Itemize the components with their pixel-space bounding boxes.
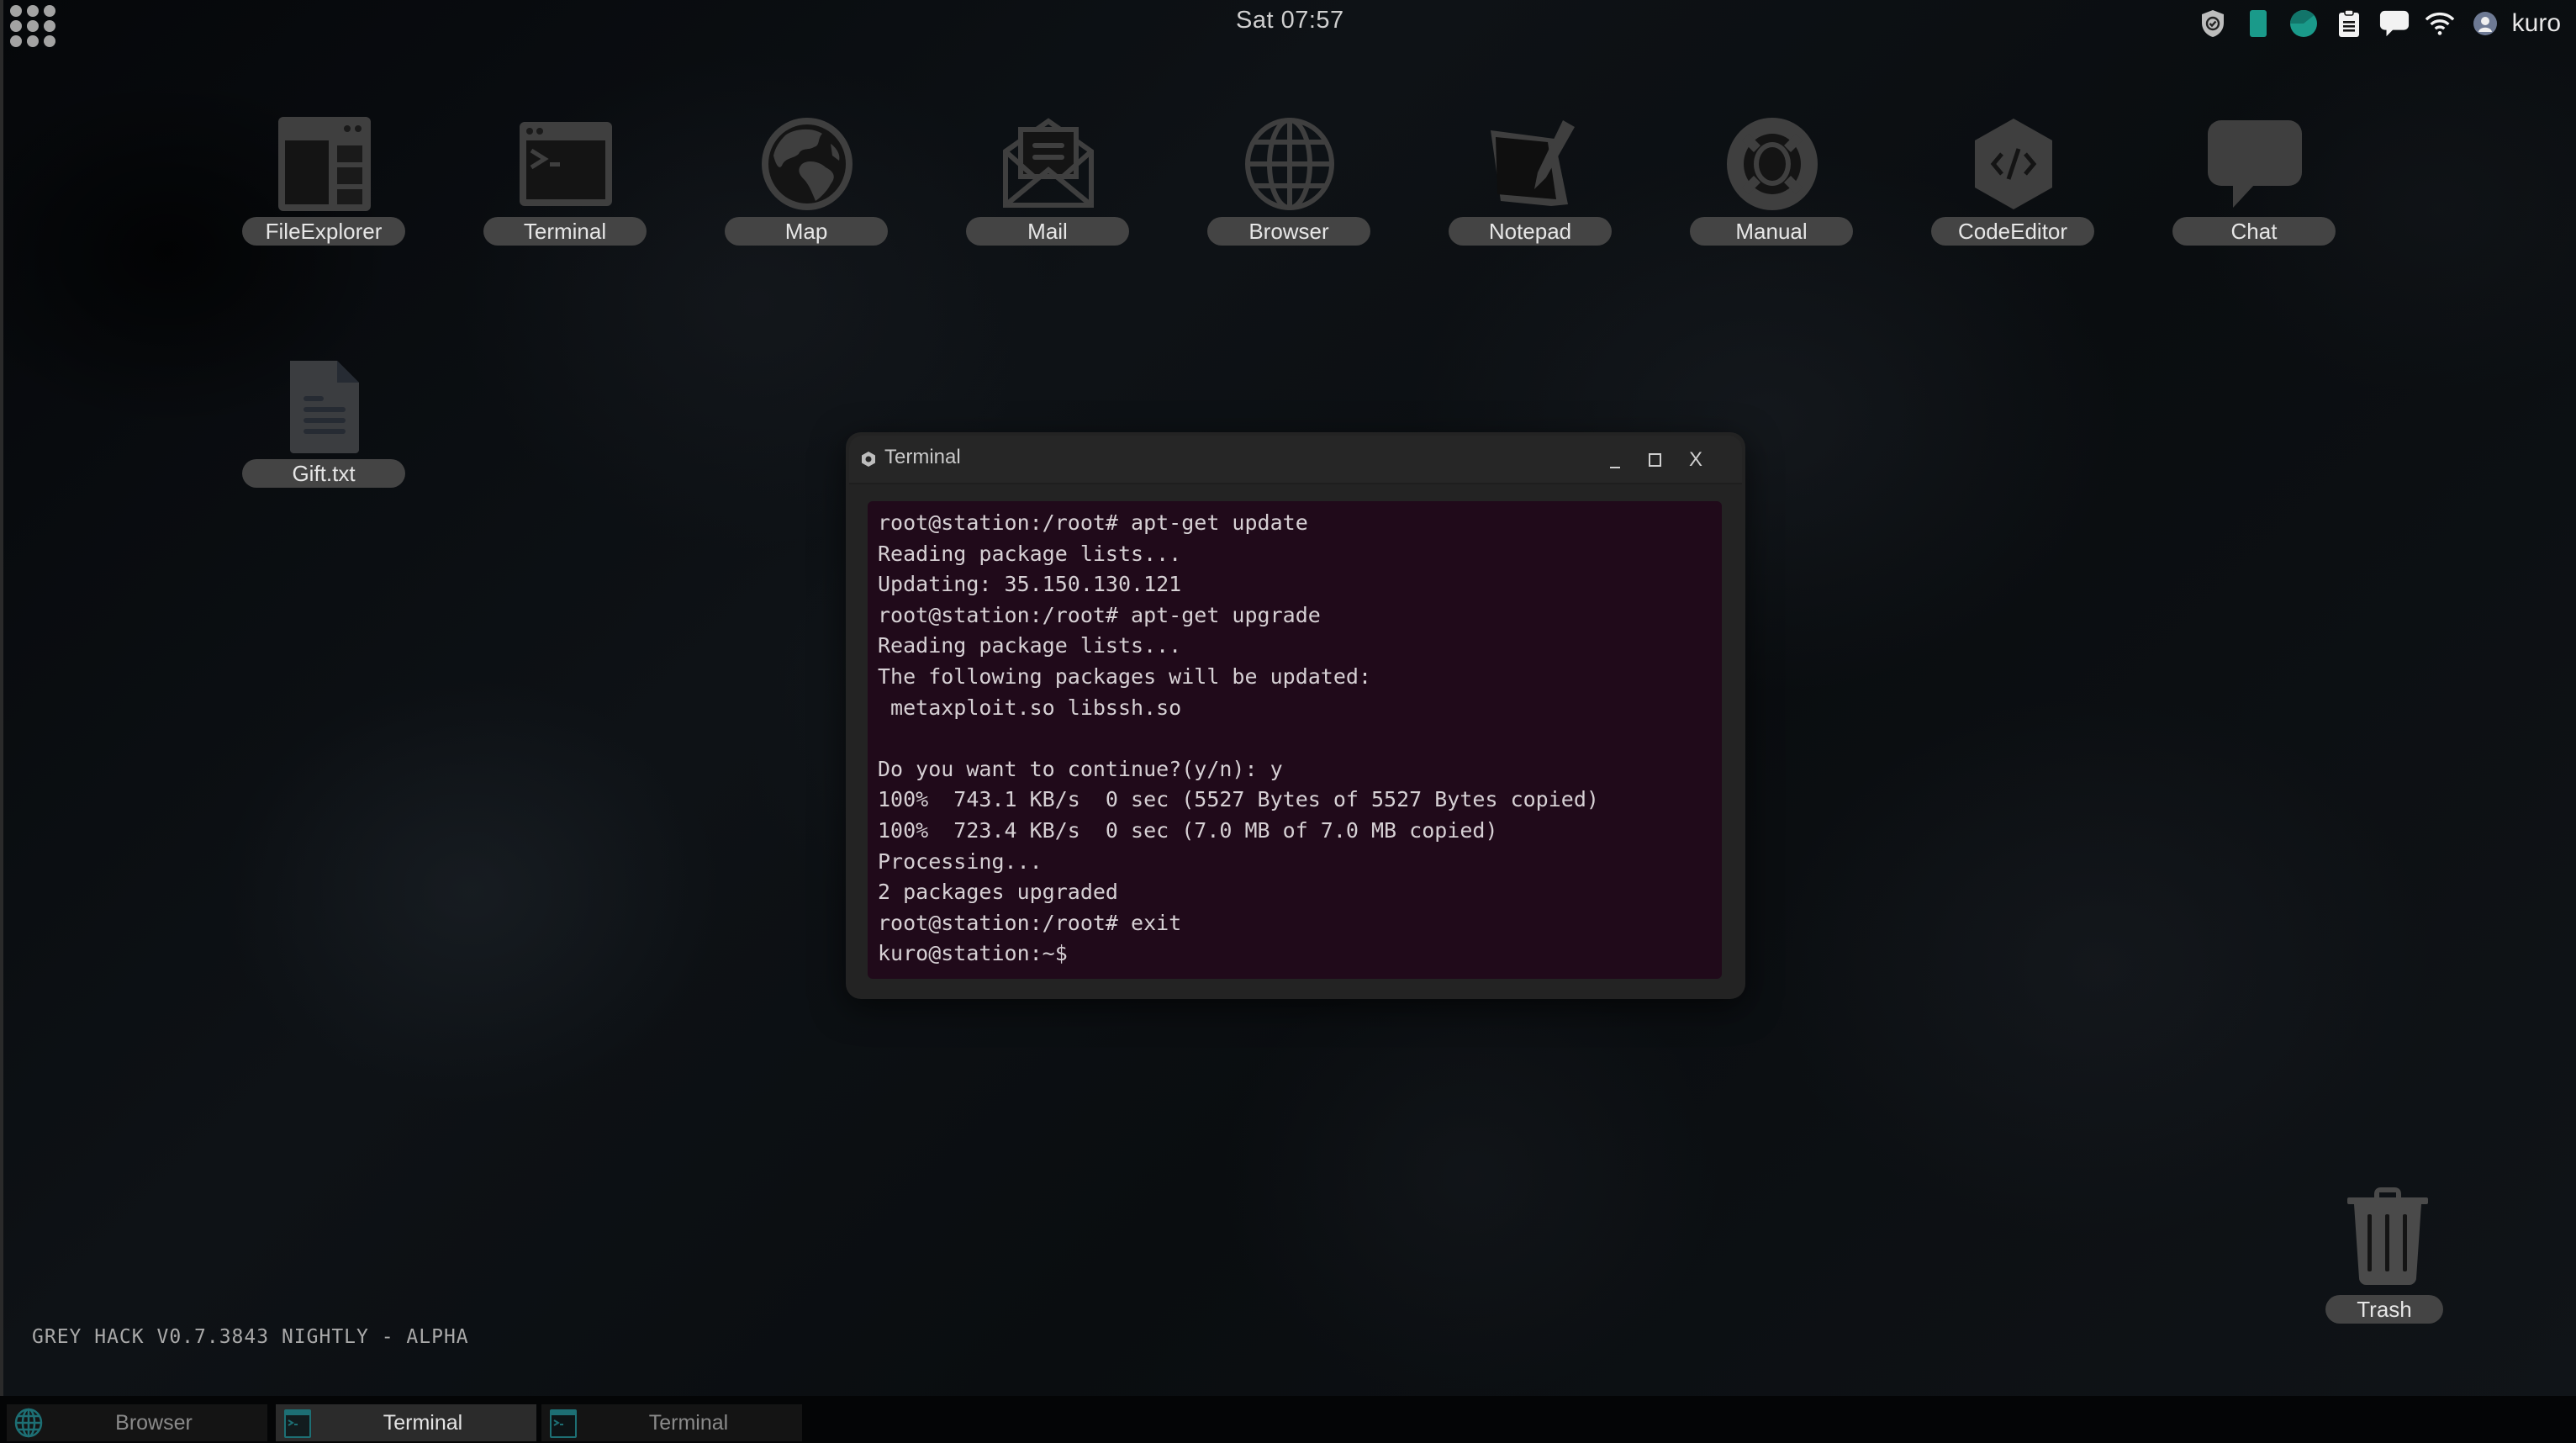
close-button[interactable]: X xyxy=(1680,444,1712,476)
trash-label: Trash xyxy=(2325,1295,2443,1324)
window-titlebar[interactable]: Terminal X xyxy=(849,436,1742,484)
desktop-icon-codeeditor[interactable]: CodeEditor xyxy=(1931,114,2096,257)
battery-icon[interactable] xyxy=(2243,8,2273,39)
username-label[interactable]: kuro xyxy=(2512,9,2561,38)
lifebuoy-icon xyxy=(1722,114,1823,214)
terminal-line: 100% 723.4 KB/s 0 sec (7.0 MB of 7.0 MB … xyxy=(878,817,1498,843)
chat-icon xyxy=(2204,114,2305,214)
terminal-icon xyxy=(515,114,616,214)
desktop-file-gift-txt[interactable]: Gift.txt xyxy=(242,357,407,500)
terminal-line: root@station:/root# apt-get update xyxy=(878,510,1308,535)
taskbar-item-terminal-active[interactable]: Terminal xyxy=(276,1404,536,1441)
clipboard-icon[interactable] xyxy=(2334,8,2364,39)
mail-icon xyxy=(998,114,1099,214)
terminal-line: root@station:/root# apt-get upgrade xyxy=(878,602,1321,627)
desktop-icon-label: FileExplorer xyxy=(242,217,405,246)
shield-check-icon[interactable] xyxy=(2198,8,2228,39)
desktop-icon-manual[interactable]: Manual xyxy=(1690,114,1855,257)
chat-bubble-icon[interactable] xyxy=(2379,8,2410,39)
terminal-lines: root@station:/root# apt-get update Readin… xyxy=(878,508,1599,970)
terminal-icon xyxy=(282,1408,313,1438)
terminal-line: metaxploit.so libssh.so xyxy=(878,695,1182,720)
terminal-icon xyxy=(548,1408,578,1438)
notepad-icon xyxy=(1481,114,1581,214)
system-tray: kuro xyxy=(2198,7,2561,40)
file-explorer-icon xyxy=(274,114,375,214)
terminal-line: Reading package lists... xyxy=(878,633,1182,658)
apps-menu-button[interactable] xyxy=(10,5,57,47)
terminal-line: Updating: 35.150.130.121 xyxy=(878,572,1182,597)
desktop-icon-label: Terminal xyxy=(483,217,647,246)
desktop-icon-label: Mail xyxy=(966,217,1129,246)
desktop-icon-fileexplorer[interactable]: FileExplorer xyxy=(242,114,407,257)
pie-chart-icon[interactable] xyxy=(2288,8,2319,39)
trash-icon xyxy=(2346,1186,2430,1287)
screen-edge xyxy=(0,0,3,1443)
terminal-line: 2 packages upgraded xyxy=(878,880,1118,905)
desktop-file-label: Gift.txt xyxy=(242,459,405,488)
desktop-icon-label: CodeEditor xyxy=(1931,217,2094,246)
desktop-icon-map[interactable]: Map xyxy=(725,114,889,257)
desktop-icon-label: Browser xyxy=(1207,217,1370,246)
terminal-line: root@station:/root# exit xyxy=(878,910,1182,935)
taskbar-item-label: Terminal xyxy=(383,1411,463,1435)
window-app-icon xyxy=(861,451,878,469)
text-file-icon xyxy=(274,357,375,456)
terminal-line: Do you want to continue?(y/n): y xyxy=(878,756,1283,781)
desktop-icon-label: Chat xyxy=(2172,217,2336,246)
version-label: GREY HACK V0.7.3843 NIGHTLY - ALPHA xyxy=(32,1326,469,1348)
window-title: Terminal xyxy=(884,446,961,468)
terminal-line: kuro@station:~$ xyxy=(878,941,1068,966)
terminal-line: Reading package lists... xyxy=(878,541,1182,566)
desktop-icon-terminal[interactable]: Terminal xyxy=(483,114,648,257)
taskbar-item-terminal[interactable]: Terminal xyxy=(541,1404,802,1441)
top-bar: Sat 07:57 kuro xyxy=(0,0,2576,47)
taskbar-item-label: Terminal xyxy=(648,1411,729,1435)
desktop-icon-notepad[interactable]: Notepad xyxy=(1449,114,1613,257)
browser-globe-icon xyxy=(1239,114,1340,214)
clock: Sat 07:57 xyxy=(1236,7,1344,34)
minimize-button[interactable] xyxy=(1599,444,1631,476)
taskbar-item-browser[interactable]: Browser xyxy=(7,1404,267,1441)
desktop-icon-label: Notepad xyxy=(1449,217,1612,246)
desktop-icon-label: Map xyxy=(725,217,888,246)
terminal-line: Processing... xyxy=(878,848,1043,874)
globe-map-icon xyxy=(757,114,858,214)
desktop-icon-trash[interactable]: Trash xyxy=(2320,1177,2455,1329)
terminal-output[interactable]: root@station:/root# apt-get update Readin… xyxy=(868,501,1722,979)
maximize-button[interactable] xyxy=(1639,444,1671,476)
terminal-line: 100% 743.1 KB/s 0 sec (5527 Bytes of 552… xyxy=(878,787,1599,812)
terminal-window: Terminal X root@station:/root# apt-get u… xyxy=(846,432,1745,999)
wifi-icon[interactable] xyxy=(2425,8,2455,39)
desktop-icon-label: Manual xyxy=(1690,217,1853,246)
user-avatar-icon[interactable] xyxy=(2470,8,2500,39)
terminal-line: The following packages will be updated: xyxy=(878,663,1371,689)
code-editor-icon xyxy=(1963,114,2064,214)
browser-globe-icon xyxy=(13,1408,44,1438)
desktop-icon-browser[interactable]: Browser xyxy=(1207,114,1372,257)
desktop-icon-chat[interactable]: Chat xyxy=(2172,114,2337,257)
taskbar: Browser Terminal Terminal xyxy=(0,1396,2576,1443)
desktop-icon-mail[interactable]: Mail xyxy=(966,114,1131,257)
taskbar-item-label: Browser xyxy=(115,1411,193,1435)
